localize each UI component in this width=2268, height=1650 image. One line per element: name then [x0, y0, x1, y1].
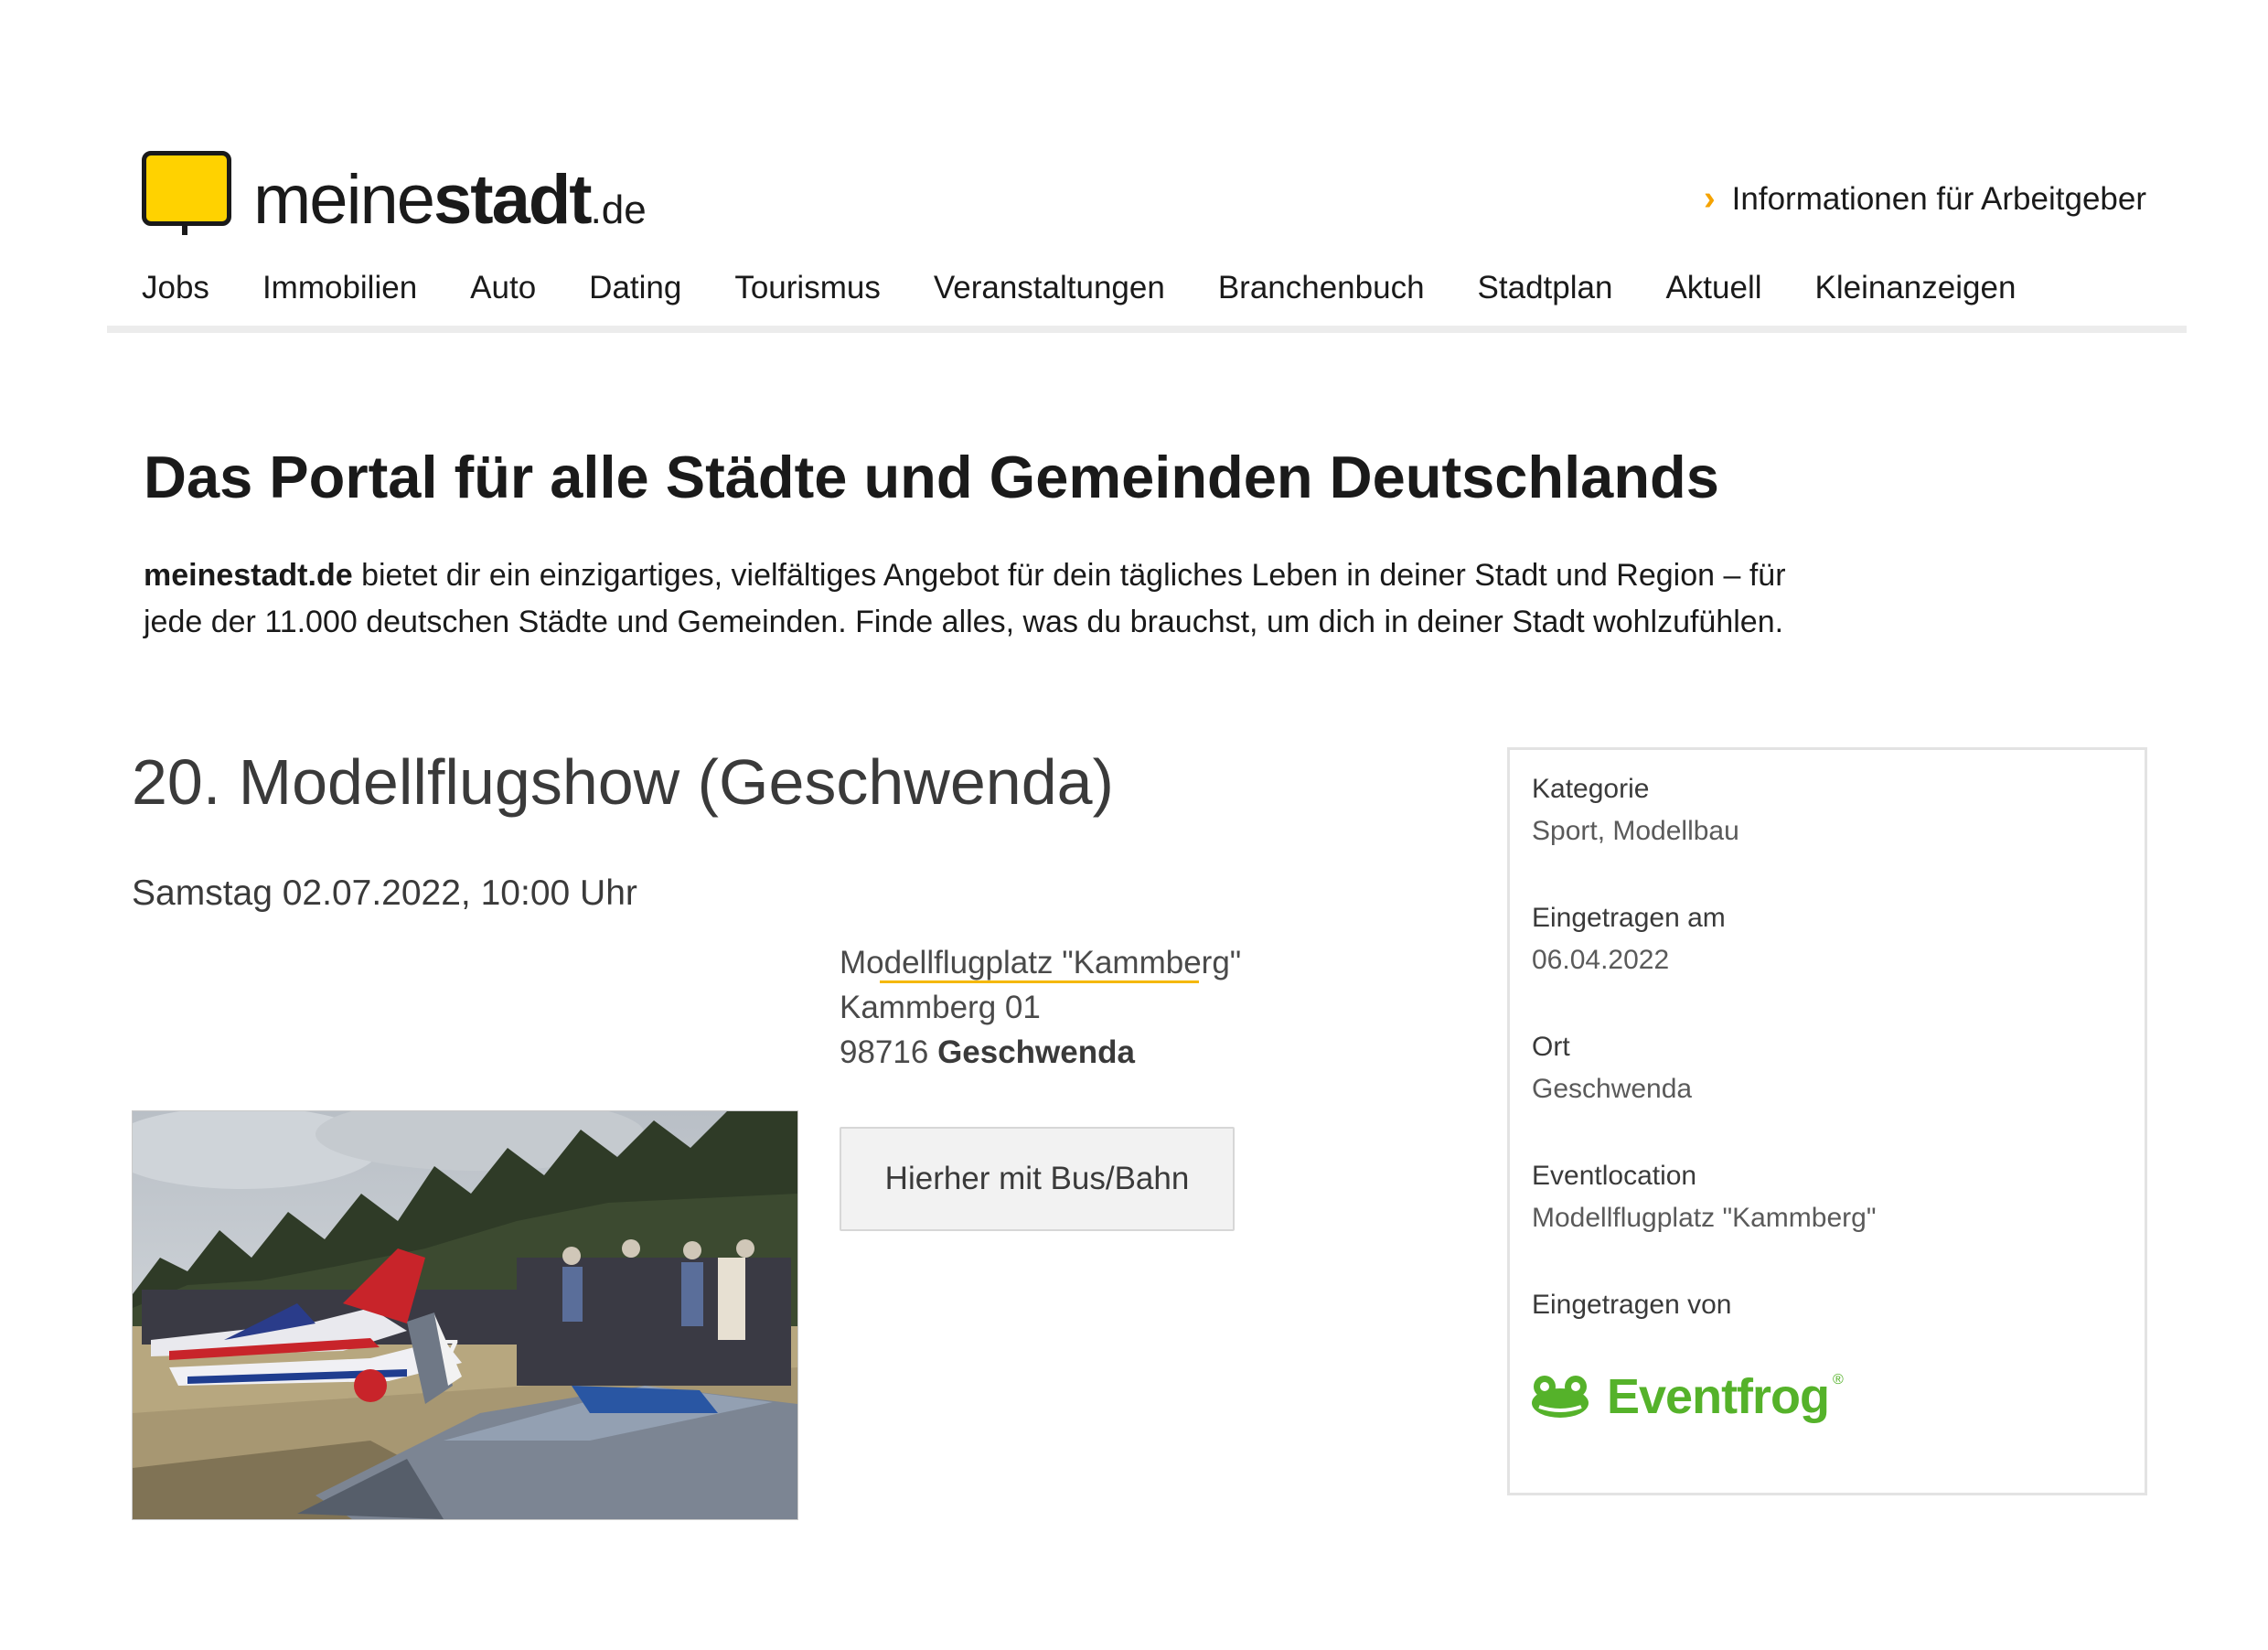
- nav-divider: [107, 326, 2187, 333]
- nav-item-veranstaltungen[interactable]: Veranstaltungen: [934, 270, 1165, 306]
- event-date: Samstag 02.07.2022, 10:00 Uhr: [132, 873, 637, 913]
- info-registered-by: Eingetragen von: [1532, 1290, 1732, 1320]
- event-info-panel: Kategorie Sport, Modellbau Eingetragen a…: [1507, 747, 2147, 1495]
- employer-info-label: Informationen für Arbeitgeber: [1731, 180, 2146, 217]
- nav-item-branchenbuch[interactable]: Branchenbuch: [1218, 270, 1425, 306]
- chevron-right-icon: ›: [1704, 179, 1716, 218]
- address-street: Kammberg 01: [840, 990, 1041, 1025]
- venue-link[interactable]: Modellflugplatz "Kammberg": [840, 940, 1241, 985]
- nav-item-stadtplan[interactable]: Stadtplan: [1478, 270, 1613, 306]
- meinestadt-logo[interactable]: meinestadt.de: [142, 151, 647, 235]
- nav-item-auto[interactable]: Auto: [470, 270, 536, 306]
- nav-item-tourismus[interactable]: Tourismus: [734, 270, 880, 306]
- transit-button[interactable]: Hierher mit Bus/Bahn: [840, 1127, 1235, 1231]
- main-nav: Jobs Immobilien Auto Dating Tourismus Ve…: [142, 270, 2069, 306]
- nav-item-dating[interactable]: Dating: [589, 270, 681, 306]
- nav-item-kleinanzeigen[interactable]: Kleinanzeigen: [1815, 270, 2017, 306]
- info-category: Kategorie Sport, Modellbau: [1532, 774, 1739, 846]
- info-event-location: Eventlocation Modellflugplatz "Kammberg": [1532, 1161, 1877, 1233]
- nav-item-aktuell[interactable]: Aktuell: [1665, 270, 1761, 306]
- employer-info-link[interactable]: › Informationen für Arbeitgeber: [1704, 179, 2146, 219]
- svg-text:7: 7: [442, 1334, 459, 1365]
- info-registered-date: Eingetragen am 06.04.2022: [1532, 903, 1726, 975]
- brand-name: meinestadt.de: [144, 558, 353, 593]
- address-city-line: 98716 Geschwenda: [840, 1034, 1135, 1070]
- event-title: 20. Modellflugshow (Geschwenda): [132, 746, 1114, 818]
- nav-item-immobilien[interactable]: Immobilien: [262, 270, 417, 306]
- event-address: Modellflugplatz "Kammberg" Kammberg 01 9…: [840, 940, 1241, 1075]
- event-photo: 7: [132, 1110, 798, 1520]
- portal-headline: Das Portal für alle Städte und Gemeinden…: [144, 444, 1719, 510]
- eventfrog-logo[interactable]: Eventfrog ®: [1530, 1368, 1844, 1425]
- nav-item-jobs[interactable]: Jobs: [142, 270, 209, 306]
- logo-wordmark: meinestadt.de: [253, 161, 647, 239]
- frog-icon: [1532, 1376, 1589, 1418]
- portal-description: meinestadt.de bietet dir ein einzigartig…: [144, 558, 1786, 639]
- info-place: Ort Geschwenda: [1532, 1032, 1693, 1104]
- monitor-logo-icon: [142, 151, 231, 235]
